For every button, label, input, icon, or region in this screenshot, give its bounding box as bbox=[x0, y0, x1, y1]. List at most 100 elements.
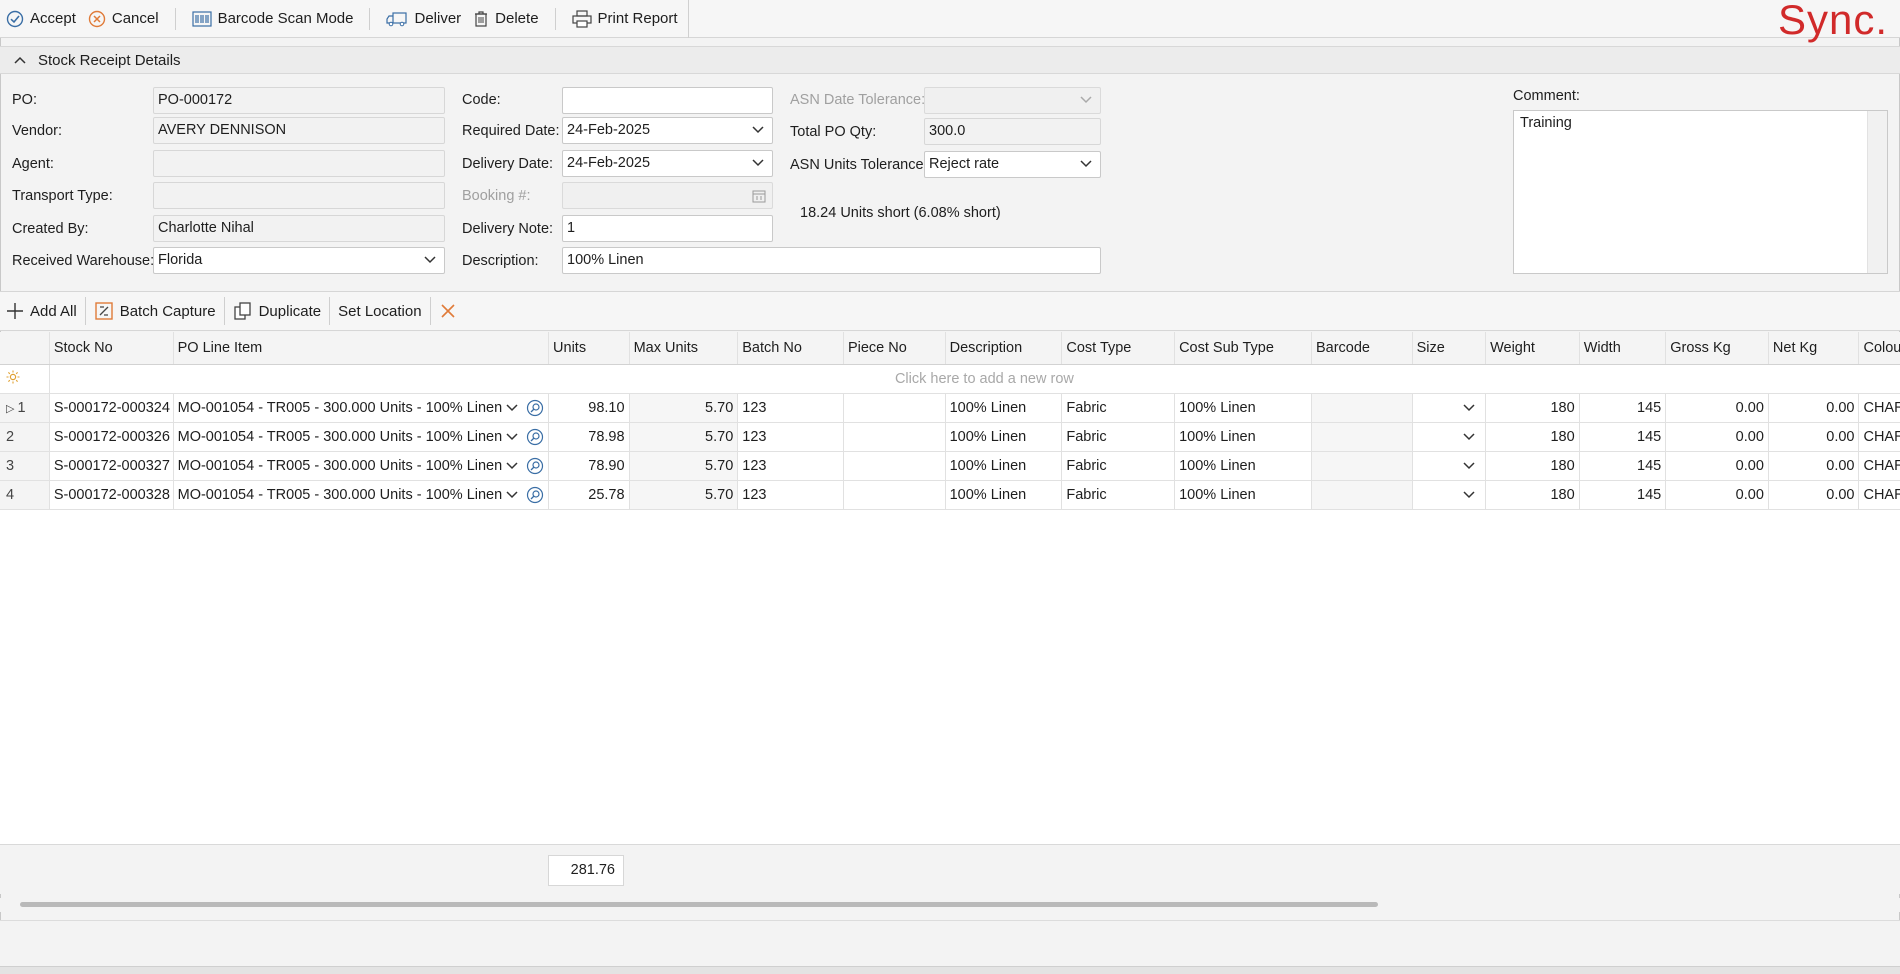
colour-cell[interactable]: CHARCO bbox=[1858, 451, 1900, 481]
row-indicator[interactable]: 2 bbox=[0, 422, 50, 452]
row-indicator[interactable]: 3 bbox=[0, 451, 50, 481]
size-dropdown[interactable] bbox=[1417, 432, 1481, 441]
column-header[interactable]: Cost Sub Type bbox=[1174, 332, 1312, 365]
size-cell[interactable] bbox=[1412, 451, 1487, 481]
po-line-item-editor[interactable]: MO-001054 - TR005 - 300.000 Units - 100%… bbox=[178, 428, 544, 446]
barcode-cell[interactable] bbox=[1311, 480, 1413, 510]
size-dropdown[interactable] bbox=[1417, 461, 1481, 470]
column-header[interactable]: Colour bbox=[1858, 332, 1900, 365]
width-cell[interactable]: 145 bbox=[1579, 393, 1667, 423]
row-indicator[interactable]: ▷ 1 bbox=[0, 393, 50, 423]
net-kg-cell[interactable]: 0.00 bbox=[1768, 451, 1860, 481]
table-row[interactable]: 3 S-000172-000327 MO-001054 - TR005 - 300.… bbox=[0, 451, 1900, 481]
net-kg-cell[interactable]: 0.00 bbox=[1768, 480, 1860, 510]
column-header[interactable]: Weight bbox=[1485, 332, 1580, 365]
asn-units-tolerance-dropdown[interactable]: Reject rate bbox=[924, 151, 1101, 178]
column-header[interactable]: PO Line Item bbox=[173, 332, 550, 365]
cost-type-cell[interactable]: Fabric bbox=[1061, 451, 1176, 481]
deliver-button[interactable]: Deliver bbox=[380, 1, 467, 37]
comment-scrollbar[interactable] bbox=[1867, 111, 1887, 273]
stock-no-cell[interactable]: S-000172-000328 bbox=[49, 480, 174, 510]
net-kg-cell[interactable]: 0.00 bbox=[1768, 393, 1860, 423]
table-row[interactable]: 2 S-000172-000326 MO-001054 - TR005 - 300.… bbox=[0, 422, 1900, 452]
weight-cell[interactable]: 180 bbox=[1485, 422, 1580, 452]
max-units-cell[interactable]: 5.70 bbox=[629, 451, 739, 481]
chevron-down-icon[interactable] bbox=[506, 403, 518, 412]
lookup-icon[interactable] bbox=[526, 486, 544, 504]
required-date-picker[interactable]: 24-Feb-2025 bbox=[562, 117, 773, 144]
column-header[interactable]: Piece No bbox=[843, 332, 946, 365]
chevron-down-icon[interactable] bbox=[424, 256, 436, 264]
size-cell[interactable] bbox=[1412, 393, 1487, 423]
stock-no-cell[interactable]: S-000172-000327 bbox=[49, 451, 174, 481]
received-warehouse-dropdown[interactable]: Florida bbox=[153, 247, 445, 274]
weight-cell[interactable]: 180 bbox=[1485, 393, 1580, 423]
width-cell[interactable]: 145 bbox=[1579, 480, 1667, 510]
column-header[interactable]: Units bbox=[548, 332, 630, 365]
column-header[interactable]: Size bbox=[1412, 332, 1487, 365]
transport-type-field[interactable] bbox=[153, 182, 445, 209]
weight-cell[interactable]: 180 bbox=[1485, 480, 1580, 510]
cost-sub-type-cell[interactable]: 100% Linen bbox=[1174, 451, 1312, 481]
cost-type-cell[interactable]: Fabric bbox=[1061, 393, 1176, 423]
column-header[interactable]: Batch No bbox=[737, 332, 844, 365]
row-indicator[interactable]: 4 bbox=[0, 480, 50, 510]
barcode-cell[interactable] bbox=[1311, 451, 1413, 481]
description-cell[interactable]: 100% Linen bbox=[945, 422, 1063, 452]
chevron-up-icon[interactable] bbox=[14, 55, 26, 65]
stock-no-cell[interactable]: S-000172-000326 bbox=[49, 422, 174, 452]
new-row-hint[interactable]: Click here to add a new row bbox=[49, 364, 1900, 394]
barcode-cell[interactable] bbox=[1311, 422, 1413, 452]
batch-capture-button[interactable]: Batch Capture bbox=[88, 292, 222, 330]
lookup-icon[interactable] bbox=[526, 399, 544, 417]
chevron-down-icon[interactable] bbox=[506, 461, 518, 470]
po-line-item-cell[interactable]: MO-001054 - TR005 - 300.000 Units - 100%… bbox=[173, 393, 550, 423]
piece-no-cell[interactable] bbox=[843, 480, 946, 510]
duplicate-button[interactable]: Duplicate bbox=[227, 292, 328, 330]
created-by-field[interactable]: Charlotte Nihal bbox=[153, 215, 445, 242]
units-cell[interactable]: 25.78 bbox=[548, 480, 630, 510]
table-row[interactable]: ▷ 1 S-000172-000324 MO-001054 - TR005 - 30… bbox=[0, 393, 1900, 423]
po-line-item-cell[interactable]: MO-001054 - TR005 - 300.000 Units - 100%… bbox=[173, 451, 550, 481]
description-field[interactable]: 100% Linen bbox=[562, 247, 1101, 274]
stock-no-cell[interactable]: S-000172-000324 bbox=[49, 393, 174, 423]
vendor-field[interactable]: AVERY DENNISON bbox=[153, 117, 445, 144]
total-po-qty-field[interactable]: 300.0 bbox=[924, 118, 1101, 145]
chevron-down-icon[interactable] bbox=[752, 126, 764, 134]
max-units-cell[interactable]: 5.70 bbox=[629, 422, 739, 452]
new-row[interactable]: Click here to add a new row bbox=[0, 364, 1900, 394]
po-line-item-cell[interactable]: MO-001054 - TR005 - 300.000 Units - 100%… bbox=[173, 480, 550, 510]
chevron-down-icon[interactable] bbox=[1463, 490, 1475, 499]
cost-sub-type-cell[interactable]: 100% Linen bbox=[1174, 480, 1312, 510]
chevron-down-icon[interactable] bbox=[1080, 160, 1092, 168]
po-line-item-cell[interactable]: MO-001054 - TR005 - 300.000 Units - 100%… bbox=[173, 422, 550, 452]
colour-cell[interactable]: CHARCO bbox=[1858, 393, 1900, 423]
column-header[interactable]: Cost Type bbox=[1061, 332, 1176, 365]
chevron-down-icon[interactable] bbox=[752, 159, 764, 167]
add-all-button[interactable]: Add All bbox=[0, 292, 83, 330]
cost-type-cell[interactable]: Fabric bbox=[1061, 480, 1176, 510]
column-header[interactable]: Barcode bbox=[1311, 332, 1413, 365]
batch-no-cell[interactable]: 123 bbox=[737, 451, 844, 481]
units-cell[interactable]: 98.10 bbox=[548, 393, 630, 423]
set-location-button[interactable]: Set Location bbox=[332, 292, 427, 330]
po-line-item-editor[interactable]: MO-001054 - TR005 - 300.000 Units - 100%… bbox=[178, 457, 544, 475]
gross-kg-cell[interactable]: 0.00 bbox=[1665, 422, 1769, 452]
barcode-cell[interactable] bbox=[1311, 393, 1413, 423]
comment-textarea[interactable]: Training bbox=[1513, 110, 1888, 274]
colour-cell[interactable]: CHARCO bbox=[1858, 422, 1900, 452]
gross-kg-cell[interactable]: 0.00 bbox=[1665, 451, 1769, 481]
code-field[interactable] bbox=[562, 87, 773, 114]
units-cell[interactable]: 78.98 bbox=[548, 422, 630, 452]
remove-row-button[interactable] bbox=[433, 292, 469, 330]
description-cell[interactable]: 100% Linen bbox=[945, 393, 1063, 423]
chevron-down-icon[interactable] bbox=[1463, 461, 1475, 470]
gross-kg-cell[interactable]: 0.00 bbox=[1665, 393, 1769, 423]
chevron-down-icon[interactable] bbox=[506, 490, 518, 499]
table-row[interactable]: 4 S-000172-000328 MO-001054 - TR005 - 300.… bbox=[0, 480, 1900, 510]
gross-kg-cell[interactable]: 0.00 bbox=[1665, 480, 1769, 510]
stock-receipt-details-header[interactable]: Stock Receipt Details bbox=[0, 46, 1900, 74]
cost-type-cell[interactable]: Fabric bbox=[1061, 422, 1176, 452]
size-cell[interactable] bbox=[1412, 480, 1487, 510]
max-units-cell[interactable]: 5.70 bbox=[629, 480, 739, 510]
